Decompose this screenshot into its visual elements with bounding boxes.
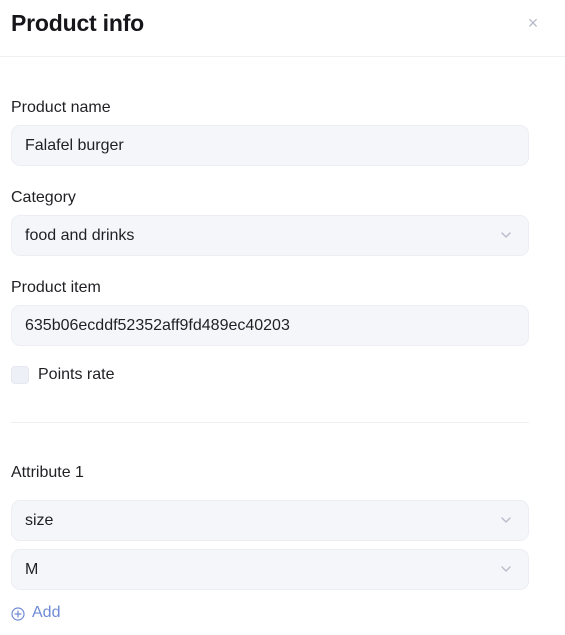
chevron-down-icon bbox=[501, 566, 511, 572]
add-button-label: Add bbox=[32, 604, 61, 621]
attribute-name-select[interactable]: size bbox=[11, 500, 529, 541]
product-name-input[interactable]: Falafel burger bbox=[11, 125, 529, 166]
product-item-input[interactable]: 635b06ecddf52352aff9fd489ec40203 bbox=[11, 305, 529, 346]
dialog-header: Product info × bbox=[0, 0, 565, 57]
product-item-value: 635b06ecddf52352aff9fd489ec40203 bbox=[25, 317, 290, 334]
category-value: food and drinks bbox=[25, 227, 135, 244]
points-rate-label: Points rate bbox=[38, 366, 115, 383]
close-button[interactable]: × bbox=[524, 13, 542, 33]
section-divider bbox=[11, 422, 529, 423]
attribute-label: Attribute 1 bbox=[11, 464, 84, 481]
chevron-down-icon bbox=[501, 232, 511, 238]
product-name-label: Product name bbox=[11, 99, 111, 116]
category-label: Category bbox=[11, 189, 76, 206]
plus-circle-icon bbox=[11, 607, 25, 621]
product-item-label: Product item bbox=[11, 279, 101, 296]
category-select[interactable]: food and drinks bbox=[11, 215, 529, 256]
page-title: Product info bbox=[11, 10, 145, 36]
points-rate-checkbox[interactable] bbox=[11, 366, 29, 384]
attribute-option-value: M bbox=[25, 561, 39, 578]
product-name-value: Falafel burger bbox=[25, 137, 124, 154]
attribute-option-select[interactable]: M bbox=[11, 549, 529, 590]
attribute-name-value: size bbox=[25, 512, 54, 529]
chevron-down-icon bbox=[501, 517, 511, 523]
close-icon: × bbox=[527, 13, 539, 33]
